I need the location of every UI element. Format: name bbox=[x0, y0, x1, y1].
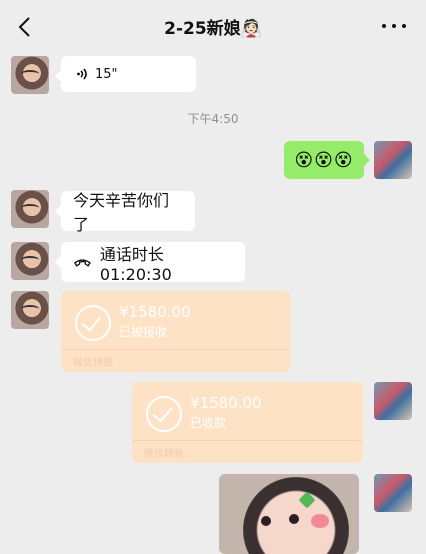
text-message-bubble[interactable]: 今天辛苦你们了 bbox=[55, 191, 195, 234]
photo-eye bbox=[261, 516, 271, 526]
bride-emoji-icon: 👰🏻 bbox=[240, 19, 262, 39]
phone-hangup-icon bbox=[73, 259, 91, 267]
check-circle-icon bbox=[146, 396, 182, 432]
transfer-status: 已被接收 bbox=[119, 325, 168, 339]
transfer-footer-label: 微信转账 bbox=[73, 358, 113, 369]
my-avatar[interactable] bbox=[374, 141, 412, 179]
transfer-status: 已收款 bbox=[190, 416, 227, 430]
call-record-bubble[interactable]: 通话时长 01:20:30 bbox=[55, 242, 245, 284]
transfer-footer: 微信转账 bbox=[132, 440, 363, 463]
photo-eye bbox=[289, 514, 299, 524]
contact-avatar[interactable] bbox=[11, 190, 49, 228]
dot-icon bbox=[382, 24, 386, 28]
check-circle-icon bbox=[75, 305, 111, 341]
emoji-message-bubble[interactable]: 😵😵😵 bbox=[284, 141, 370, 179]
transfer-amount: ¥1580.00 bbox=[119, 303, 191, 321]
photo-message[interactable] bbox=[219, 474, 359, 554]
message-text: 今天辛苦你们了 bbox=[73, 191, 170, 234]
photo-cheek bbox=[311, 514, 329, 528]
dizzy-face-emoji-icon: 😵😵😵 bbox=[294, 149, 354, 171]
transfer-card-collected[interactable]: ¥1580.00 已收款 微信转账 bbox=[132, 382, 363, 463]
chat-title-text: 2-25新娘 bbox=[164, 19, 241, 39]
transfer-footer-label: 微信转账 bbox=[144, 449, 184, 460]
transfer-footer: 微信转账 bbox=[61, 349, 291, 372]
chat-title: 2-25新娘👰🏻 bbox=[0, 14, 426, 39]
dot-icon bbox=[392, 24, 396, 28]
transfer-card-received[interactable]: ¥1580.00 已被接收 微信转账 bbox=[61, 291, 291, 372]
my-avatar[interactable] bbox=[374, 382, 412, 420]
contact-avatar[interactable] bbox=[11, 291, 49, 329]
transfer-amount: ¥1580.00 bbox=[190, 394, 262, 412]
leaf-sticker-icon bbox=[298, 491, 316, 509]
voice-wave-icon bbox=[77, 68, 87, 80]
more-options-button[interactable] bbox=[382, 16, 406, 36]
voice-message-bubble[interactable]: 15" bbox=[55, 56, 196, 92]
dot-icon bbox=[402, 24, 406, 28]
my-avatar[interactable] bbox=[374, 474, 412, 512]
call-duration-text: 通话时长 01:20:30 bbox=[99, 244, 172, 284]
voice-duration: 15" bbox=[95, 66, 118, 82]
contact-avatar[interactable] bbox=[11, 56, 49, 94]
contact-avatar[interactable] bbox=[11, 242, 49, 280]
time-divider: 下午4:50 bbox=[187, 112, 239, 126]
chat-header: 2-25新娘👰🏻 bbox=[0, 0, 426, 54]
